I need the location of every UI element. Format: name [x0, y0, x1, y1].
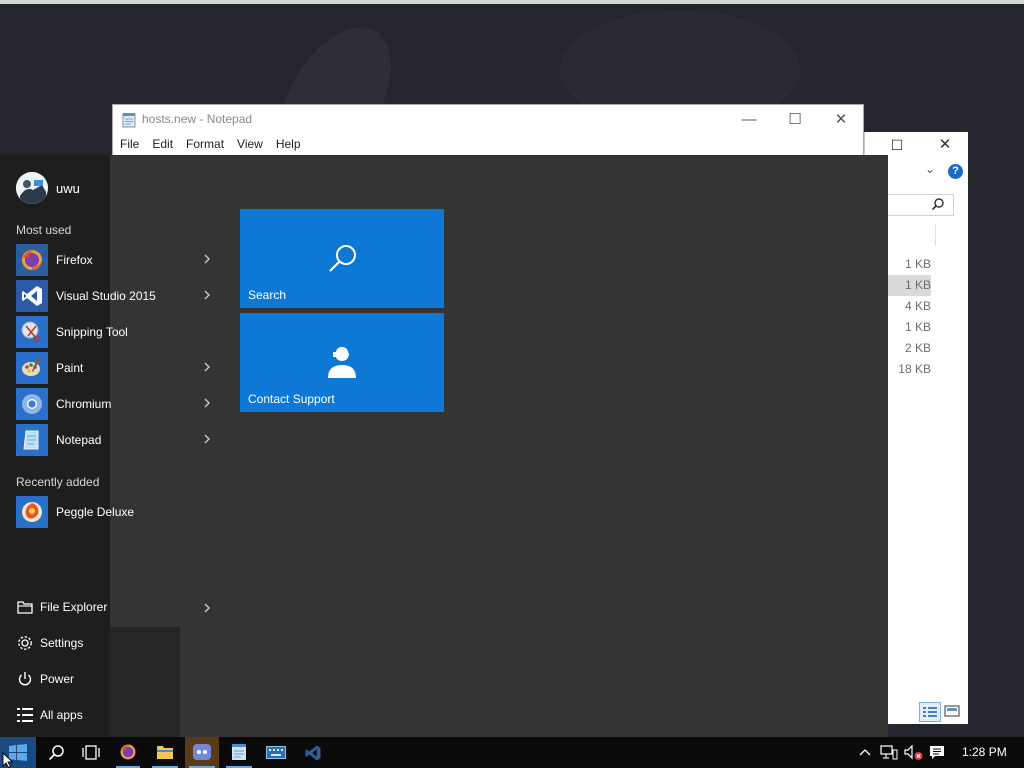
menu-help[interactable]: Help — [269, 135, 307, 155]
visual-studio-icon — [16, 280, 48, 312]
chevron-right-icon[interactable] — [201, 432, 213, 446]
app-item-peggle-deluxe[interactable]: Peggle Deluxe — [16, 496, 216, 528]
app-item-chromium[interactable]: Chromium — [16, 388, 216, 420]
search-icon — [48, 745, 64, 761]
power-icon — [18, 672, 32, 686]
app-label: Chromium — [56, 397, 112, 411]
menu-view[interactable]: View — [230, 135, 269, 155]
discord-icon — [193, 744, 211, 760]
close-button[interactable]: ✕ — [821, 107, 861, 133]
chevron-right-icon[interactable] — [201, 601, 213, 615]
file-explorer-icon — [17, 601, 33, 614]
network-tray-button[interactable] — [878, 737, 900, 768]
menu-edit[interactable]: Edit — [145, 135, 179, 155]
large-icons-view-icon[interactable] — [943, 703, 961, 719]
all-apps-icon — [17, 708, 33, 722]
app-label: Paint — [56, 361, 84, 375]
notepad-icon — [16, 424, 48, 456]
bottom-label: Power — [40, 672, 75, 686]
notepad-icon — [122, 113, 136, 128]
volume-tray-button[interactable] — [902, 737, 924, 768]
ribbon-expand-chevron-icon[interactable]: ⌄ — [925, 162, 935, 176]
chevron-right-icon[interactable] — [201, 288, 213, 302]
app-label: Snipping Tool — [56, 325, 128, 339]
search-icon[interactable] — [931, 197, 945, 211]
minimize-button[interactable]: — — [729, 107, 769, 133]
contact-support-icon — [328, 345, 356, 378]
app-label: Peggle Deluxe — [56, 505, 135, 519]
app-label: Visual Studio 2015 — [56, 289, 156, 303]
system-clock[interactable]: 1:28 PM — [962, 745, 1007, 759]
taskbar-app-keyboard[interactable] — [259, 737, 293, 768]
visual-studio-icon — [305, 745, 321, 761]
snipping-tool-icon — [16, 316, 48, 348]
firefox-icon — [16, 244, 48, 276]
firefox-icon — [120, 744, 136, 760]
app-item-paint[interactable]: Paint — [16, 352, 216, 384]
network-icon — [880, 745, 898, 760]
tile-contact-support[interactable]: Contact Support — [240, 313, 444, 412]
app-item-snipping-tool[interactable]: Snipping Tool — [16, 316, 216, 348]
details-view-icon[interactable] — [919, 702, 941, 722]
recently-added-heading: Recently added — [16, 475, 100, 489]
menu-bar: File Edit Format View Help — [113, 135, 307, 155]
explorer-maximize-button[interactable]: ☐ — [887, 135, 907, 155]
action-center-icon — [930, 746, 944, 759]
taskbar-search-button[interactable] — [38, 737, 74, 768]
bottom-label: Settings — [40, 636, 84, 650]
maximize-button[interactable]: ☐ — [775, 107, 815, 133]
app-item-firefox[interactable]: Firefox — [16, 244, 216, 276]
paint-icon — [16, 352, 48, 384]
bottom-label: File Explorer — [40, 600, 108, 614]
start-all-apps[interactable]: All apps — [16, 704, 216, 728]
mouse-cursor-icon — [2, 752, 14, 768]
taskbar-app-firefox[interactable] — [112, 737, 144, 768]
window-title: hosts.new - Notepad — [142, 112, 253, 126]
start-settings[interactable]: Settings — [16, 632, 216, 656]
user-name: uwu — [56, 181, 80, 196]
task-view-button[interactable] — [74, 737, 108, 768]
avatar — [16, 172, 48, 204]
taskbar-app-discord[interactable] — [185, 737, 219, 768]
taskbar-app-visual-studio[interactable] — [296, 737, 330, 768]
keyboard-icon — [266, 746, 286, 759]
explorer-close-button[interactable]: ✕ — [935, 135, 955, 155]
taskbar-app-notepad[interactable] — [222, 737, 256, 768]
search-icon — [329, 245, 356, 272]
notepad-icon — [232, 744, 246, 760]
notepad-window[interactable]: hosts.new - Notepad — ☐ ✕ File Edit Form… — [112, 104, 864, 157]
taskbar-app-file-explorer[interactable] — [148, 737, 182, 768]
bottom-label: All apps — [40, 708, 83, 722]
app-item-notepad[interactable]: Notepad — [16, 424, 216, 456]
chevron-up-icon — [859, 749, 871, 756]
task-view-icon — [82, 745, 100, 760]
help-icon[interactable]: ? — [948, 164, 963, 179]
taskbar: 1:28 PM — [0, 737, 1024, 768]
start-file-explorer[interactable]: File Explorer — [16, 596, 216, 620]
app-label: Firefox — [56, 253, 93, 267]
tile-label: Search — [248, 288, 287, 302]
show-hidden-icons-button[interactable] — [855, 737, 875, 768]
app-item-visual-studio[interactable]: Visual Studio 2015 — [16, 280, 216, 312]
gear-icon — [18, 636, 32, 650]
start-power[interactable]: Power — [16, 668, 216, 692]
menu-file[interactable]: File — [113, 135, 145, 155]
tile-label: Contact Support — [248, 392, 335, 406]
column-separator[interactable] — [935, 224, 936, 246]
tile-search[interactable]: Search — [240, 209, 444, 308]
chevron-right-icon[interactable] — [201, 360, 213, 374]
start-menu: uwu Most used Firefox Visual Studio 2015… — [0, 155, 888, 737]
most-used-heading: Most used — [16, 223, 72, 237]
chromium-icon — [16, 388, 48, 420]
chevron-right-icon[interactable] — [201, 252, 213, 266]
volume-muted-icon — [904, 745, 923, 760]
app-label: Notepad — [56, 433, 102, 447]
peggle-icon — [16, 496, 48, 528]
menu-format[interactable]: Format — [179, 135, 230, 155]
file-explorer-icon — [157, 746, 173, 759]
desktop-top-edge — [0, 0, 1024, 4]
chevron-right-icon[interactable] — [201, 396, 213, 410]
action-center-button[interactable] — [926, 737, 948, 768]
